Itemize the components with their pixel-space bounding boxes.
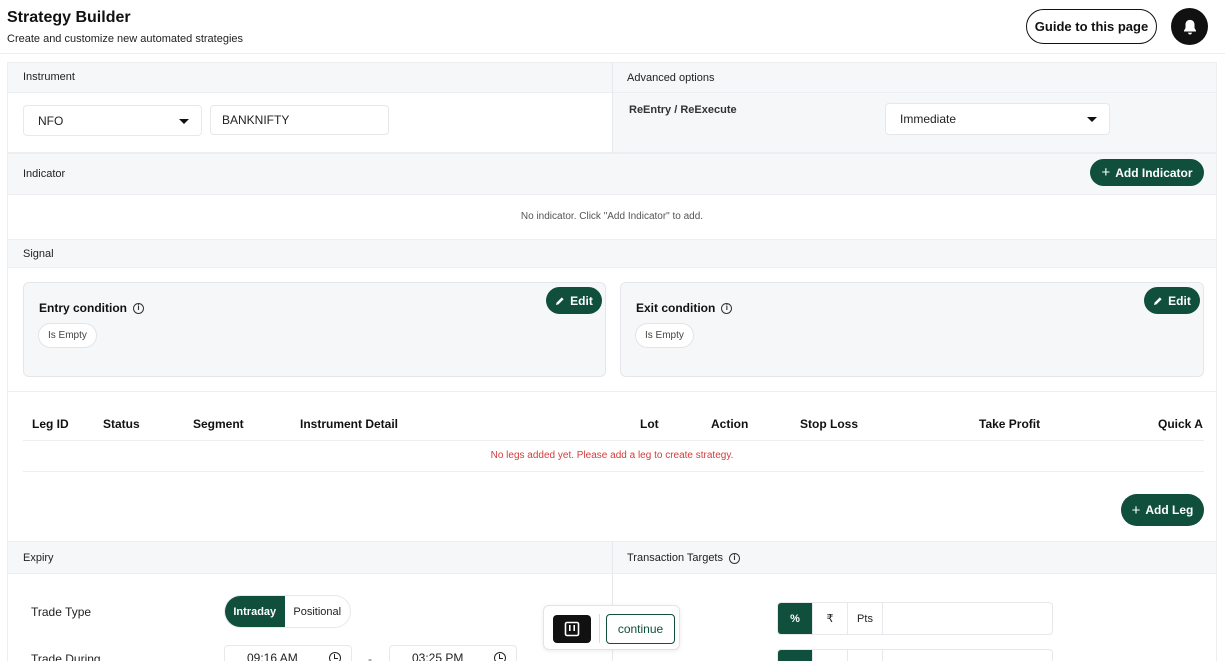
edit-label: Edit	[570, 293, 593, 308]
column-header-lot: Lot	[640, 417, 659, 431]
exit-condition-title: Exit condition i	[636, 301, 733, 315]
column-header-stop-loss: Stop Loss	[800, 417, 859, 431]
unit-percent-2[interactable]	[778, 650, 813, 661]
entry-condition-title-text: Entry condition	[39, 301, 127, 315]
indicator-empty-text: No indicator. Click "Add Indicator" to a…	[520, 211, 704, 222]
indicator-label: Indicator	[23, 168, 66, 180]
legs-empty-text: No legs added yet. Please add a leg to c…	[490, 450, 734, 461]
chevron-down-icon	[179, 118, 189, 124]
guide-button[interactable]: Guide to this page	[1026, 9, 1157, 44]
reentry-select[interactable]: Immediate	[885, 103, 1110, 135]
table-header-divider	[23, 440, 1204, 441]
panel-toggle-button[interactable]	[553, 615, 591, 643]
unit-rupee-2[interactable]	[813, 650, 848, 661]
column-header-leg-id: Leg ID	[32, 417, 69, 431]
clock-icon	[329, 652, 341, 661]
instrument-label: Instrument	[23, 71, 75, 83]
entry-condition-title: Entry condition i	[39, 301, 144, 315]
divider	[8, 391, 1216, 392]
panel-icon	[564, 621, 580, 637]
transaction-targets-label-text: Transaction Targets	[627, 552, 723, 564]
edit-exit-condition-button[interactable]: Edit	[1144, 287, 1200, 314]
reentry-label: ReEntry / ReExecute	[629, 104, 737, 116]
page-subtitle: Create and customize new automated strat…	[7, 33, 244, 45]
unit-percent[interactable]: %	[778, 603, 813, 634]
table-footer-divider	[23, 471, 1204, 472]
info-icon[interactable]: i	[133, 302, 144, 314]
entry-condition-card: Entry condition i Is Empty	[23, 282, 606, 377]
trade-type-intraday[interactable]: Intraday	[225, 596, 285, 627]
pencil-icon	[556, 296, 564, 305]
unit-points-2[interactable]	[848, 650, 883, 661]
add-indicator-label: Add Indicator	[1115, 165, 1193, 180]
time-separator: -	[368, 652, 372, 661]
info-icon[interactable]: i	[729, 552, 740, 564]
strategy-form: Instrument Advanced options NFO BANKNIFT…	[7, 62, 1217, 661]
chevron-down-icon	[1087, 117, 1097, 122]
edit-label: Edit	[1168, 293, 1191, 308]
start-time-input[interactable]: 09:16 AM	[224, 645, 352, 661]
bell-icon	[1183, 19, 1196, 34]
add-indicator-button[interactable]: + Add Indicator	[1090, 159, 1204, 186]
column-header-quick-actions: Quick A	[1158, 417, 1203, 431]
top-header: Strategy Builder Create and customize ne…	[0, 0, 1225, 54]
add-leg-label: Add Leg	[1145, 503, 1194, 517]
exchange-select[interactable]: NFO	[23, 105, 202, 136]
advanced-options-label: Advanced options	[627, 72, 715, 84]
column-header-take-profit: Take Profit	[979, 417, 1041, 431]
trade-type-positional[interactable]: Positional	[285, 596, 350, 627]
clock-icon	[494, 652, 506, 661]
pencil-icon	[1154, 296, 1162, 305]
target-value-input-2[interactable]	[883, 650, 1052, 661]
page-title: Strategy Builder	[7, 9, 131, 26]
divider	[599, 614, 600, 643]
unit-rupee[interactable]: ₹	[813, 603, 848, 634]
signal-label: Signal	[23, 248, 54, 260]
exit-condition-title-text: Exit condition	[636, 301, 716, 315]
info-icon[interactable]: i	[721, 302, 733, 314]
reentry-select-value: Immediate	[900, 112, 957, 126]
plus-icon: +	[1101, 164, 1111, 181]
edit-entry-condition-button[interactable]: Edit	[546, 287, 602, 314]
exit-condition-card: Exit condition i Is Empty	[620, 282, 1204, 377]
trade-type-toggle: Intraday Positional	[224, 595, 351, 628]
section-band-signal	[8, 239, 1216, 268]
transaction-targets-label: Transaction Targets i	[627, 552, 740, 564]
unit-points[interactable]: Pts	[848, 603, 883, 634]
column-header-instrument-detail: Instrument Detail	[300, 417, 399, 431]
floating-action-bar: continue	[543, 605, 680, 650]
notifications-button[interactable]	[1171, 8, 1208, 45]
target-unit-toggle: % ₹ Pts	[777, 602, 1053, 635]
column-header-action: Action	[711, 417, 749, 431]
exchange-select-value: NFO	[38, 113, 64, 128]
continue-button[interactable]: continue	[606, 614, 675, 644]
plus-icon: +	[1131, 501, 1141, 519]
start-time-value: 09:16 AM	[247, 651, 298, 661]
trade-type-label: Trade Type	[31, 605, 92, 619]
target-unit-toggle-2	[777, 649, 1053, 661]
section-band-indicator	[8, 153, 1216, 195]
column-header-status: Status	[103, 417, 140, 431]
exit-condition-status: Is Empty	[635, 323, 694, 348]
symbol-input-value: BANKNIFTY	[222, 113, 290, 127]
add-leg-button[interactable]: + Add Leg	[1121, 494, 1204, 526]
column-divider	[612, 62, 613, 153]
column-header-segment: Segment	[193, 417, 244, 431]
expiry-label: Expiry	[23, 552, 54, 564]
symbol-input[interactable]: BANKNIFTY	[210, 105, 389, 135]
entry-condition-status: Is Empty	[38, 323, 97, 348]
end-time-input[interactable]: 03:25 PM	[389, 645, 517, 661]
target-value-input[interactable]	[883, 603, 1052, 634]
end-time-value: 03:25 PM	[412, 651, 464, 661]
trade-during-label: Trade During	[31, 652, 101, 661]
